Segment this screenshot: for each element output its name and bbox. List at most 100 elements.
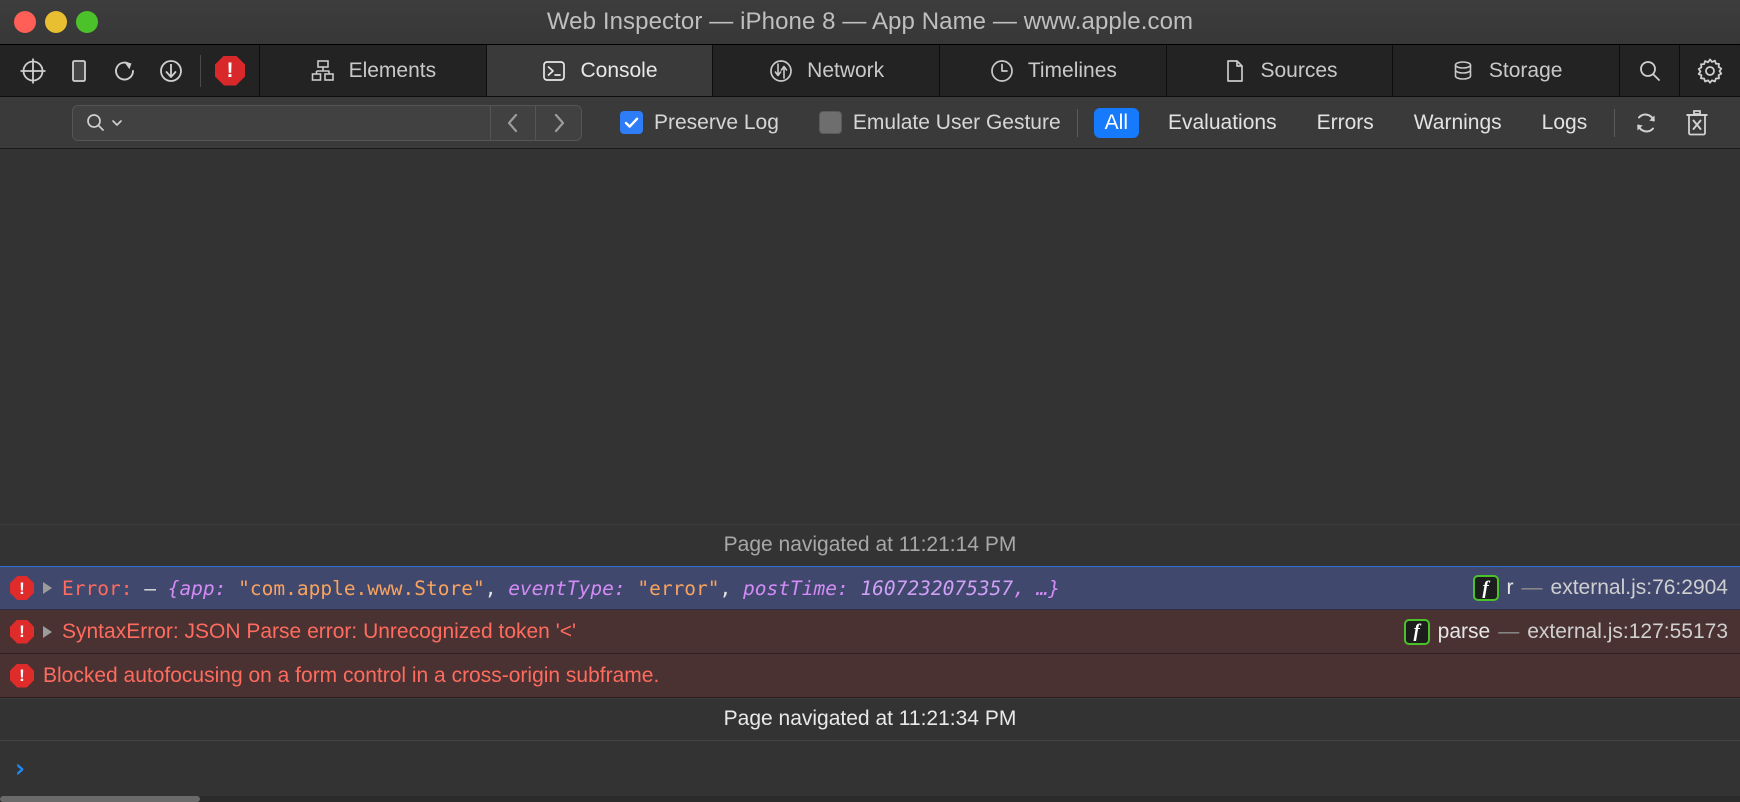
error-count-badge-button[interactable]: !: [207, 45, 253, 97]
object-key-eventtype: eventType:: [508, 576, 626, 600]
close-window-button[interactable]: [14, 11, 36, 33]
object-key-posttime: postTime:: [743, 576, 849, 600]
settings-button[interactable]: [1680, 45, 1740, 97]
checkbox-unchecked-icon: [818, 111, 842, 134]
error-octagon-icon: !: [215, 55, 245, 86]
object-ellipsis: , …}: [1013, 576, 1061, 600]
source-dash: —: [1498, 619, 1520, 643]
source-dash: —: [1521, 576, 1543, 599]
console-prompt-input[interactable]: [37, 756, 1740, 781]
tab-console-label: Console: [580, 58, 658, 82]
source-file-link[interactable]: external.js:127:55173: [1527, 620, 1728, 644]
tab-network-label: Network: [807, 58, 885, 82]
page-navigated-divider-top: Page navigated at 11:21:14 PM: [0, 524, 1740, 566]
error-octagon-icon: !: [10, 663, 34, 688]
tab-list: Elements Console Network Timelines Sourc…: [259, 45, 1621, 96]
search-icon: [1639, 61, 1660, 81]
function-badge-icon: f: [1403, 618, 1430, 645]
object-open-brace: {: [167, 576, 180, 600]
network-icon: [770, 59, 793, 82]
preserve-log-checkbox[interactable]: Preserve Log: [620, 111, 779, 135]
console-message-list[interactable]: Page navigated at 11:21:14 PM ! Error: –…: [0, 149, 1740, 796]
object-value-posttime: 1607232075357: [860, 576, 1014, 600]
storage-icon: [1454, 60, 1472, 80]
function-badge-icon: f: [1472, 575, 1499, 601]
scope-evaluations[interactable]: Evaluations: [1157, 108, 1288, 138]
tab-sources-label: Sources: [1260, 58, 1338, 82]
console-filter-input[interactable]: [127, 112, 467, 133]
tab-elements-label: Elements: [348, 58, 437, 82]
object-value-app: "com.apple.www.Store": [238, 576, 485, 600]
window-title: Web Inspector — iPhone 8 — App Name — ww…: [546, 8, 1194, 35]
reload-icon: [115, 61, 134, 80]
tab-elements[interactable]: Elements: [260, 45, 487, 96]
clear-log-button[interactable]: [1683, 108, 1711, 138]
source-file-link[interactable]: external.js:76:2904: [1551, 576, 1728, 600]
console-message-row[interactable]: ! SyntaxError: JSON Parse error: Unrecog…: [0, 610, 1740, 654]
console-empty-space: [0, 149, 1740, 524]
console-message-source[interactable]: f r — external.js:76:2904: [1453, 575, 1728, 601]
filter-previous-button[interactable]: [491, 105, 536, 140]
download-archive-button[interactable]: [148, 45, 194, 97]
scope-logs[interactable]: Logs: [1531, 108, 1599, 138]
emulate-user-gesture-checkbox[interactable]: Emulate User Gesture: [818, 110, 1061, 135]
scope-all[interactable]: All: [1093, 107, 1139, 138]
inspect-element-icon: [20, 58, 46, 83]
console-search-group: [72, 104, 582, 141]
zoom-window-button[interactable]: [76, 11, 98, 33]
console-message-source[interactable]: f parse — external.js:127:55173: [1384, 618, 1728, 645]
tab-storage[interactable]: Storage: [1393, 45, 1621, 96]
reload-page-button[interactable]: [102, 45, 148, 97]
console-message-row[interactable]: ! Blocked autofocusing on a form control…: [0, 654, 1740, 698]
traffic-lights: [0, 11, 98, 33]
error-octagon-icon: !: [10, 619, 34, 644]
tab-timelines-label: Timelines: [1027, 58, 1117, 82]
inspector-tool-icons: !: [0, 45, 259, 96]
console-message-text: Error: – {app: "com.apple.www.Store", ev…: [62, 577, 1060, 600]
tab-network[interactable]: Network: [713, 45, 941, 96]
object-separator-1: ,: [484, 576, 509, 600]
device-icon: [72, 59, 86, 82]
window-bottom-bar: [0, 796, 1740, 802]
object-separator-2: ,: [719, 576, 744, 600]
tab-sources[interactable]: Sources: [1166, 45, 1394, 96]
titlebar: Web Inspector — iPhone 8 — App Name — ww…: [0, 0, 1740, 45]
error-label: Error:: [62, 576, 133, 600]
device-settings-button[interactable]: [56, 45, 102, 97]
scope-errors[interactable]: Errors: [1306, 108, 1385, 138]
toolbar-right-actions: [1620, 45, 1740, 97]
trash-icon: [1686, 109, 1708, 135]
console-message-row[interactable]: ! Error: – {app: "com.apple.www.Store", …: [0, 566, 1740, 610]
error-octagon-icon: !: [10, 576, 34, 600]
tab-timelines[interactable]: Timelines: [940, 45, 1167, 96]
download-icon: [160, 59, 182, 82]
inspect-element-button[interactable]: [10, 45, 56, 97]
scope-warnings[interactable]: Warnings: [1403, 108, 1513, 138]
chevron-left-icon: [507, 113, 518, 132]
console-message-text: Blocked autofocusing on a form control i…: [43, 663, 660, 687]
disclosure-triangle-icon[interactable]: [43, 625, 52, 638]
error-dash: –: [132, 576, 168, 600]
console-icon: [543, 60, 566, 81]
gear-icon: [1697, 58, 1723, 84]
console-filter-bar: Preserve Log Emulate User Gesture All Ev…: [0, 97, 1740, 149]
tab-toolbar: ! Elements Console Network Timelines Sou…: [0, 45, 1740, 97]
console-message-text: SyntaxError: JSON Parse error: Unrecogni…: [62, 619, 576, 643]
web-inspector-window: Web Inspector — iPhone 8 — App Name — ww…: [0, 0, 1740, 802]
minimize-window-button[interactable]: [45, 11, 67, 33]
chevron-down-icon: [112, 119, 122, 126]
clear-on-navigate-button[interactable]: [1631, 108, 1661, 138]
filterbar-divider-2: [1614, 108, 1616, 137]
tab-console[interactable]: Console: [486, 45, 714, 96]
search-button[interactable]: [1620, 45, 1680, 97]
filterbar-divider: [1076, 108, 1078, 137]
object-value-eventtype: "error": [637, 576, 720, 600]
toolbar-divider: [200, 55, 201, 87]
console-filter-field[interactable]: [73, 105, 491, 140]
console-prompt[interactable]: ›: [0, 740, 1740, 796]
horizontal-scrollbar[interactable]: [0, 796, 200, 802]
filter-next-button[interactable]: [536, 105, 581, 140]
disclosure-triangle-icon[interactable]: [43, 582, 52, 594]
clear-on-navigate-icon: [1637, 113, 1656, 132]
emulate-user-gesture-label: Emulate User Gesture: [852, 110, 1061, 134]
